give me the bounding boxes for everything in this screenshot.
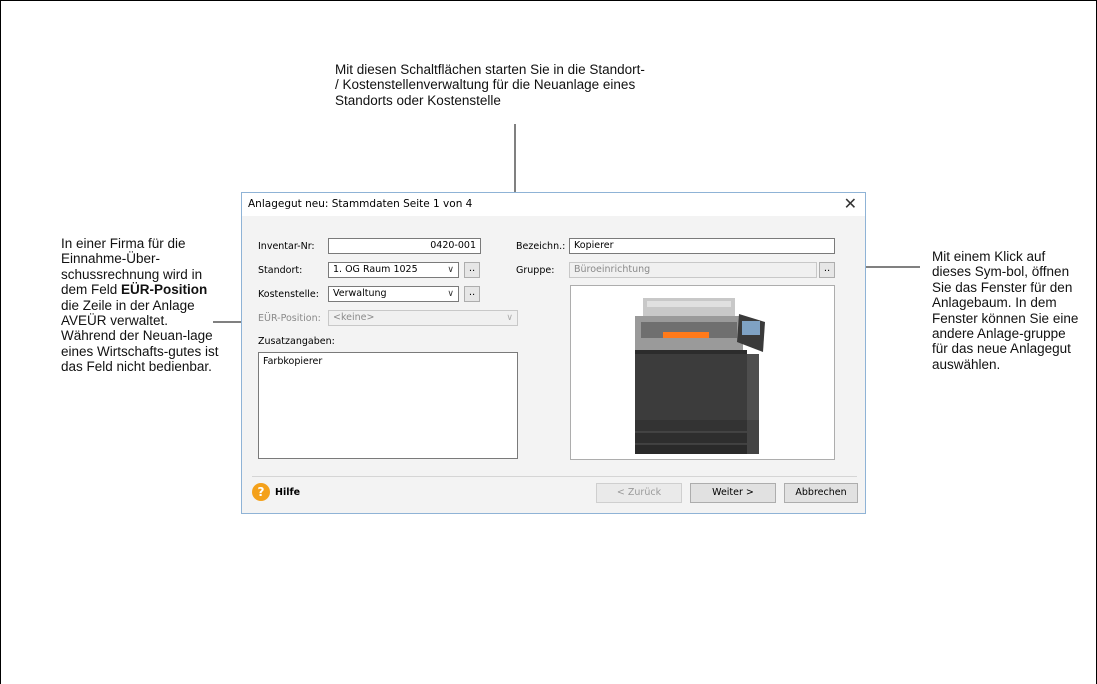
chevron-down-icon[interactable]: ∨ <box>447 263 454 277</box>
zusatzangaben-textarea[interactable]: Farbkopierer <box>258 352 518 459</box>
eur-position-value: <keine> <box>333 312 375 323</box>
gruppe-label: Gruppe: <box>516 265 555 276</box>
help-label[interactable]: Hilfe <box>275 487 300 498</box>
chevron-down-icon: ∨ <box>506 313 513 323</box>
dialog-titlebar: Anlagegut neu: Stammdaten Seite 1 von 4 … <box>242 193 865 216</box>
standort-label: Standort: <box>258 265 303 276</box>
eur-position-label: EÜR-Position: <box>258 313 321 324</box>
gruppe-dots-button[interactable]: .. <box>819 262 835 278</box>
standort-dots-button[interactable]: .. <box>464 262 480 278</box>
kostenstelle-value: Verwaltung <box>333 288 387 299</box>
gruppe-input: Büroeinrichtung <box>569 262 817 278</box>
inventar-input[interactable]: 0420-001 <box>328 238 481 254</box>
next-button[interactable]: Weiter > <box>690 483 776 503</box>
cancel-button[interactable]: Abbrechen <box>784 483 858 503</box>
standort-select[interactable]: 1. OG Raum 1025 ∨ <box>328 262 459 278</box>
kostenstelle-select[interactable]: Verwaltung ∨ <box>328 286 459 302</box>
inventar-label: Inventar-Nr: <box>258 241 315 252</box>
eur-position-select: <keine> ∨ <box>328 310 518 326</box>
bezeichnung-input[interactable]: Kopierer <box>569 238 835 254</box>
bezeichnung-label: Bezeichn.: <box>516 241 566 252</box>
help-icon[interactable]: ? <box>252 483 270 501</box>
footer-separator <box>252 476 857 477</box>
kostenstelle-dots-button[interactable]: .. <box>464 286 480 302</box>
kostenstelle-label: Kostenstelle: <box>258 289 319 300</box>
standort-value: 1. OG Raum 1025 <box>333 264 418 275</box>
copier-image <box>635 298 765 454</box>
chevron-down-icon[interactable]: ∨ <box>447 287 454 301</box>
asset-image-box <box>570 285 835 460</box>
back-button: < Zurück <box>596 483 682 503</box>
zusatzangaben-label: Zusatzangaben: <box>258 336 335 347</box>
close-icon[interactable]: ✕ <box>844 194 857 213</box>
dialog-window: Anlagegut neu: Stammdaten Seite 1 von 4 … <box>241 192 866 514</box>
dialog-title: Anlagegut neu: Stammdaten Seite 1 von 4 <box>248 198 473 210</box>
